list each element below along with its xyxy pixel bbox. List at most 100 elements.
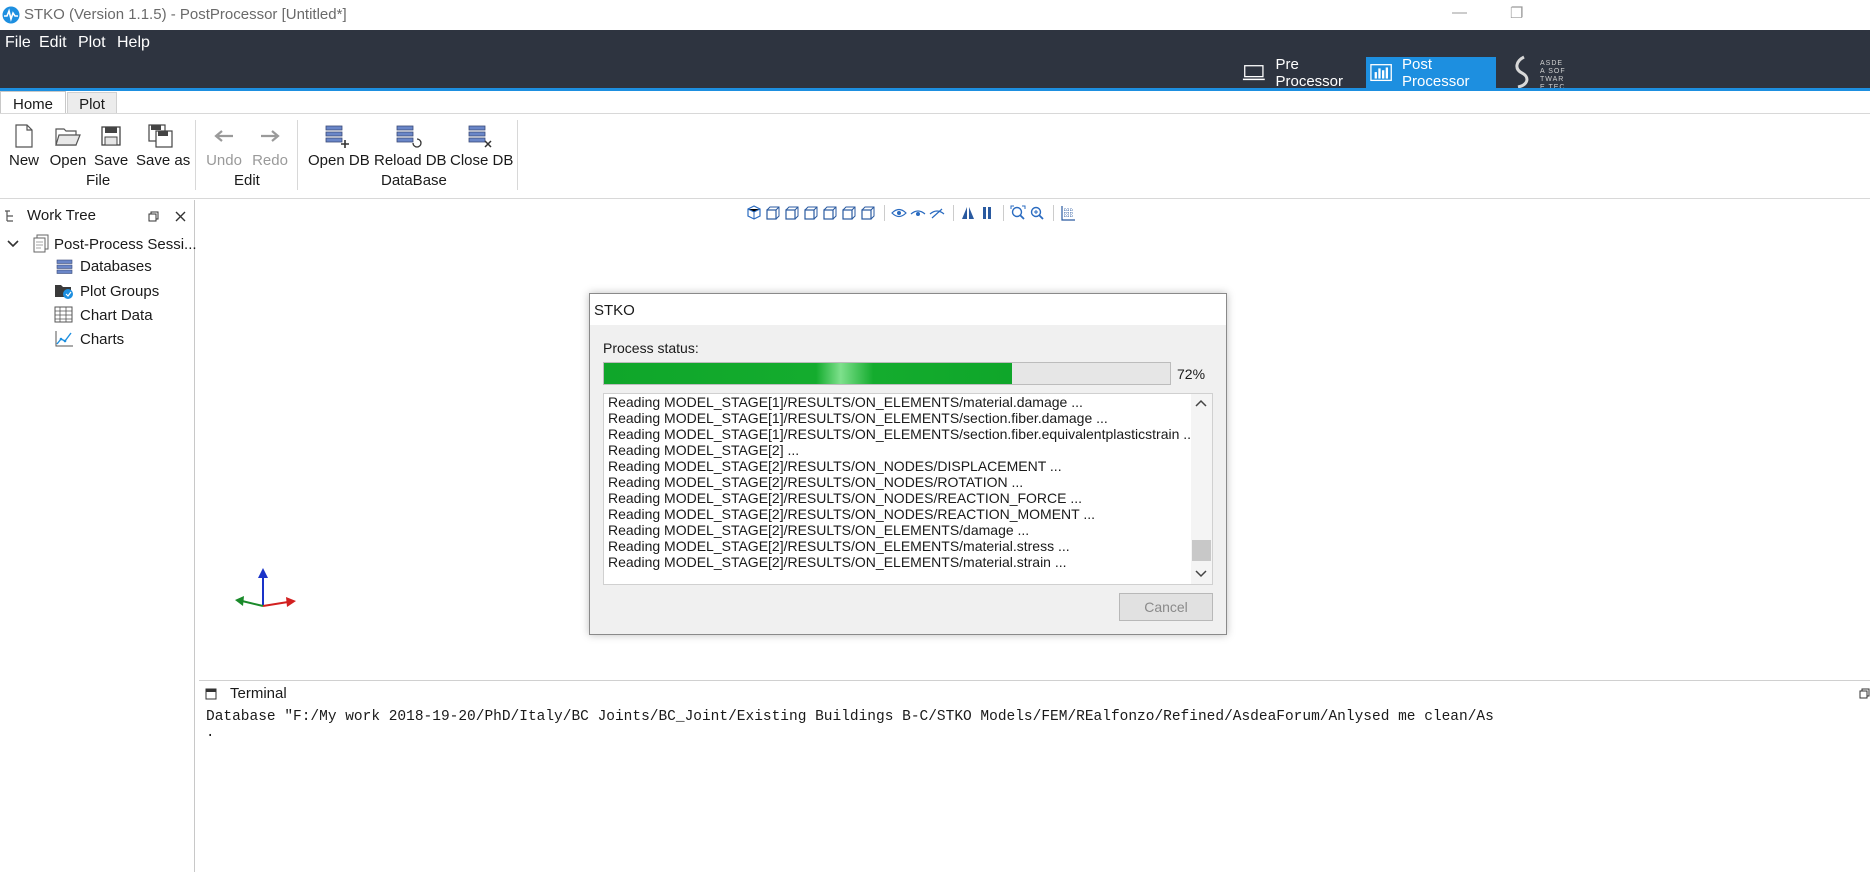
front-view-icon[interactable] bbox=[765, 205, 781, 221]
ribbon-separator bbox=[297, 120, 298, 190]
log-line: Reading MODEL_STAGE[2]/RESULTS/ON_ELEMEN… bbox=[608, 522, 1030, 538]
open-button[interactable]: Open bbox=[48, 122, 88, 169]
monitor-icon bbox=[1242, 64, 1265, 80]
undo-label: Undo bbox=[206, 152, 242, 169]
axis-y-arrow bbox=[235, 596, 244, 606]
scrollbar-thumb[interactable] bbox=[1192, 540, 1211, 561]
tree-item-label: Post-Process Sessi... bbox=[54, 235, 197, 253]
log-scrollbar[interactable] bbox=[1191, 394, 1212, 584]
ribbon-separator bbox=[517, 120, 518, 190]
bar-chart-icon bbox=[1370, 63, 1392, 81]
pre-processor-button[interactable]: Pre Processor bbox=[1238, 56, 1362, 90]
tab-plot-label: Plot bbox=[79, 95, 105, 113]
cancel-button[interactable]: Cancel bbox=[1119, 593, 1213, 621]
tree-item-chart-data[interactable]: Chart Data bbox=[54, 306, 153, 324]
terminal-cursor: . bbox=[206, 725, 215, 741]
save-as-button[interactable]: Save as bbox=[136, 122, 191, 169]
bottom-view-icon[interactable] bbox=[860, 205, 876, 221]
progress-bar bbox=[603, 362, 1171, 385]
log-lines: Reading MODEL_STAGE[1]/RESULTS/ON_ELEMEN… bbox=[604, 394, 1195, 584]
open-db-label: Open DB bbox=[308, 152, 370, 169]
chevron-down-icon[interactable] bbox=[6, 239, 20, 249]
post-processor-button[interactable]: Post Processor bbox=[1366, 56, 1496, 90]
log-line: Reading MODEL_STAGE[2]/RESULTS/ON_NODES/… bbox=[608, 506, 1096, 522]
ribbon-separator bbox=[195, 120, 196, 190]
work-tree-panel: Work Tree Post-Process Sessi... Database… bbox=[0, 200, 197, 872]
restore-button[interactable]: ❐ bbox=[1510, 4, 1523, 22]
close-database-icon bbox=[468, 125, 492, 148]
plot-groups-folder-icon bbox=[55, 285, 73, 299]
ribbon-toolbar: New Open Save Save as File Undo Redo Edi… bbox=[0, 113, 1870, 199]
iso-view-icon[interactable] bbox=[746, 205, 762, 221]
save-as-icon bbox=[148, 124, 173, 148]
open-db-button[interactable]: Open DB bbox=[308, 122, 370, 169]
database-group-label: DataBase bbox=[381, 172, 447, 189]
toolbar-separator bbox=[1003, 205, 1004, 221]
undock-icon[interactable] bbox=[1859, 688, 1870, 699]
tree-item-databases[interactable]: Databases bbox=[54, 258, 152, 275]
zoom-icon[interactable] bbox=[1029, 205, 1045, 221]
left-view-icon[interactable] bbox=[803, 205, 819, 221]
open-label: Open bbox=[49, 152, 87, 169]
floppy-disk-icon bbox=[101, 126, 121, 146]
undo-button[interactable]: Undo bbox=[206, 122, 242, 169]
tab-plot[interactable]: Plot bbox=[67, 92, 117, 115]
work-tree-header: Work Tree bbox=[0, 202, 194, 228]
tree-item-charts[interactable]: Charts bbox=[54, 330, 124, 348]
orthographic-icon[interactable] bbox=[979, 205, 995, 221]
tree-item-post-process-session[interactable]: Post-Process Sessi... bbox=[6, 234, 197, 254]
scroll-down-icon[interactable] bbox=[1195, 569, 1207, 579]
log-output: Reading MODEL_STAGE[1]/RESULTS/ON_ELEMEN… bbox=[603, 393, 1213, 585]
eye-icon[interactable] bbox=[910, 205, 926, 221]
scroll-up-icon[interactable] bbox=[1195, 398, 1207, 408]
show-eye-icon[interactable] bbox=[891, 205, 907, 221]
open-database-icon bbox=[325, 125, 349, 148]
session-document-icon bbox=[33, 234, 49, 253]
grid-icon[interactable] bbox=[1060, 205, 1076, 221]
log-line: Reading MODEL_STAGE[2]/RESULTS/ON_NODES/… bbox=[608, 458, 1062, 474]
accent-line bbox=[0, 88, 1870, 91]
log-line: Reading MODEL_STAGE[2]/RESULTS/ON_ELEMEN… bbox=[608, 554, 1067, 570]
log-line: Reading MODEL_STAGE[2]/RESULTS/ON_NODES/… bbox=[608, 474, 1024, 490]
reload-database-icon bbox=[396, 125, 422, 148]
tree-item-plot-groups[interactable]: Plot Groups bbox=[54, 282, 159, 300]
save-as-label: Save as bbox=[136, 152, 191, 169]
menu-help[interactable]: Help bbox=[117, 34, 150, 52]
tree-item-label: Plot Groups bbox=[80, 282, 160, 300]
axis-x-line bbox=[262, 601, 289, 607]
tree-item-label: Databases bbox=[80, 258, 152, 275]
stko-app-icon bbox=[2, 6, 20, 24]
top-view-icon[interactable] bbox=[841, 205, 857, 221]
close-db-button[interactable]: Close DB bbox=[450, 122, 513, 169]
minimize-button[interactable]: — bbox=[1452, 4, 1467, 21]
open-folder-icon bbox=[55, 128, 81, 146]
menu-edit[interactable]: Edit bbox=[39, 34, 67, 52]
redo-label: Redo bbox=[252, 152, 288, 169]
save-label: Save bbox=[94, 152, 129, 169]
dialog-title-bar: STKO bbox=[590, 294, 1226, 325]
menu-file[interactable]: File bbox=[5, 34, 31, 52]
view-toolbar bbox=[746, 204, 1076, 222]
new-label: New bbox=[8, 152, 39, 169]
redo-button[interactable]: Redo bbox=[252, 122, 288, 169]
menu-plot[interactable]: Plot bbox=[78, 34, 106, 52]
zoom-fit-icon[interactable] bbox=[1010, 205, 1026, 221]
back-view-icon[interactable] bbox=[784, 205, 800, 221]
axis-y-line bbox=[241, 600, 264, 607]
progress-percent: 72% bbox=[1177, 366, 1206, 382]
undock-icon[interactable] bbox=[148, 211, 159, 222]
save-button[interactable]: Save bbox=[94, 122, 128, 169]
cancel-label: Cancel bbox=[1144, 599, 1188, 615]
terminal-output-line: Database "F:/My work 2018-19-20/PhD/Ital… bbox=[206, 709, 1494, 725]
log-line: Reading MODEL_STAGE[2]/RESULTS/ON_NODES/… bbox=[608, 490, 1083, 506]
perspective-icon[interactable] bbox=[960, 205, 976, 221]
reload-db-button[interactable]: Reload DB bbox=[374, 122, 447, 169]
hide-eye-icon[interactable] bbox=[929, 205, 945, 221]
axis-z-arrow bbox=[258, 568, 268, 578]
right-view-icon[interactable] bbox=[822, 205, 838, 221]
progress-dialog: STKO Process status: 72% Reading MODEL_S… bbox=[589, 293, 1227, 635]
asdea-logo-text: ASDEA SOFTWARE TECHNOLOGY bbox=[1540, 60, 1566, 89]
new-button[interactable]: New bbox=[6, 122, 42, 169]
tree-item-label: Charts bbox=[80, 330, 125, 348]
close-icon[interactable] bbox=[175, 211, 186, 222]
